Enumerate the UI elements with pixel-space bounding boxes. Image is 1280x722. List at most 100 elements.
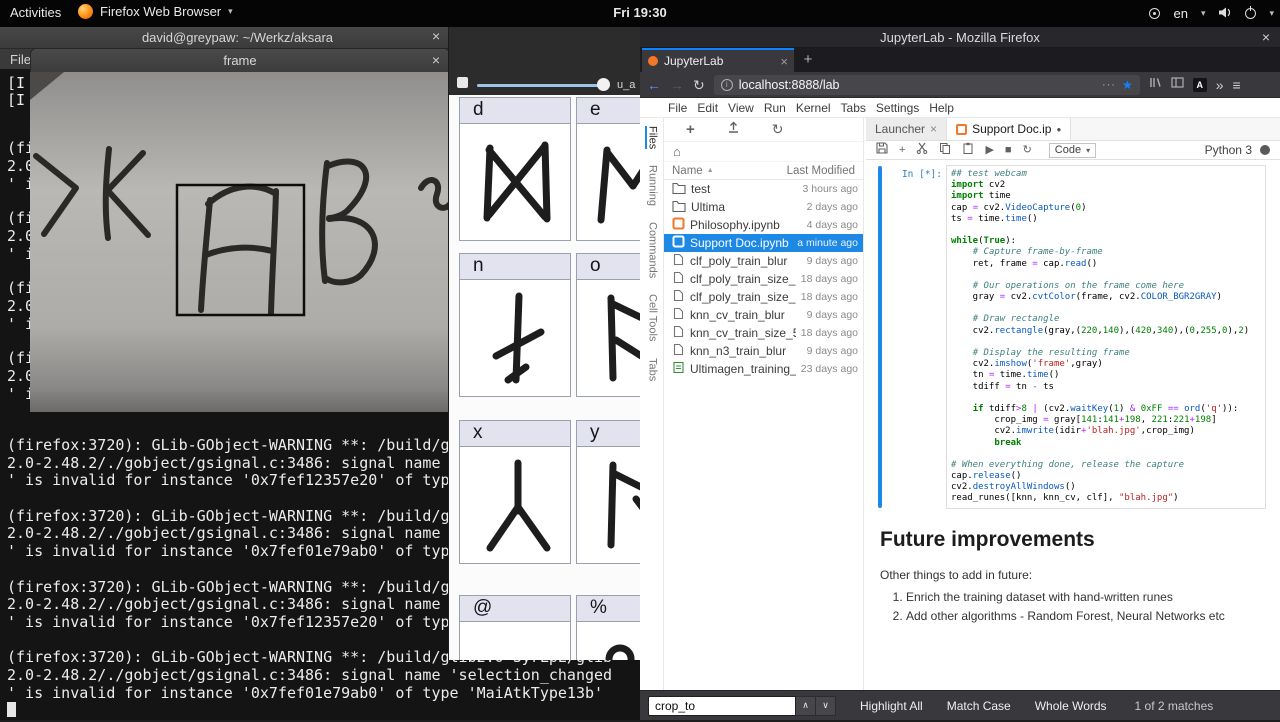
- highlight-all-toggle[interactable]: Highlight All: [860, 699, 923, 713]
- rune-dataset-window: u_a d e n o x y @%: [448, 27, 648, 660]
- doc-tab-launcher[interactable]: Launcher ×: [866, 118, 948, 140]
- column-name[interactable]: Name: [672, 165, 703, 177]
- home-icon[interactable]: ⌂: [673, 144, 681, 159]
- menu-tabs[interactable]: Tabs: [841, 101, 866, 115]
- code-line: read_runes([knn, knn_cv, clf], "blah.jpg…: [951, 493, 1179, 504]
- code-cell-editor[interactable]: ## test webcam import cv2 import time cap =…: [946, 165, 1266, 509]
- jupyterlab-activity-bar: Files Running Commands Cell Tools Tabs: [640, 118, 664, 690]
- file-row[interactable]: Philosophy.ipynb 4 days ago: [664, 216, 863, 234]
- menu-icon[interactable]: ≡: [1233, 78, 1241, 92]
- keyboard-layout[interactable]: en: [1173, 6, 1187, 21]
- back-button[interactable]: ←: [647, 78, 661, 92]
- slider-knob[interactable]: [597, 78, 610, 91]
- sidebars-icon[interactable]: [1171, 76, 1184, 94]
- extension-a-icon[interactable]: A: [1192, 77, 1207, 92]
- overflow-icon[interactable]: »: [1216, 78, 1224, 92]
- firefox-titlebar[interactable]: JupyterLab - Mozilla Firefox ×: [640, 27, 1280, 48]
- reload-button[interactable]: ↻: [693, 78, 705, 92]
- run-icon[interactable]: ▶: [985, 144, 993, 156]
- slider-track[interactable]: [477, 84, 605, 87]
- cut-icon[interactable]: [916, 141, 928, 159]
- paste-icon[interactable]: [962, 141, 974, 159]
- terminal-output-line: ' is invalid for instance '0x7fef01e79ab…: [7, 683, 604, 702]
- menu-file[interactable]: File: [668, 101, 687, 115]
- chevron-down-icon[interactable]: ▾: [1269, 8, 1274, 19]
- file-row[interactable]: clf_poly_train_size_10... 18 days ago: [664, 270, 863, 288]
- column-modified[interactable]: Last Modified: [787, 165, 855, 177]
- close-icon[interactable]: ×: [1262, 29, 1270, 45]
- find-input[interactable]: [648, 695, 796, 716]
- insert-cell-icon[interactable]: +: [899, 144, 905, 156]
- terminal-menu-file[interactable]: File: [10, 52, 31, 67]
- file-row[interactable]: test 3 hours ago: [664, 180, 863, 198]
- close-icon[interactable]: ×: [432, 28, 440, 44]
- close-icon[interactable]: ×: [432, 52, 440, 68]
- sidebar-tab-running[interactable]: Running: [645, 165, 659, 206]
- menu-view[interactable]: View: [728, 101, 754, 115]
- stop-icon[interactable]: ■: [1005, 144, 1012, 156]
- chevron-down-icon: ▾: [1200, 8, 1206, 18]
- site-info-icon[interactable]: i: [720, 78, 733, 91]
- app-menu[interactable]: Firefox Web Browser ▾: [78, 4, 233, 19]
- url-text[interactable]: localhost:8888/lab: [739, 78, 1096, 92]
- url-bar[interactable]: i localhost:8888/lab ··· ★: [713, 74, 1140, 95]
- activities-button[interactable]: Activities: [10, 5, 61, 20]
- file-row[interactable]: knn_cv_train_blur 9 days ago: [664, 306, 863, 324]
- breadcrumb[interactable]: ⌂: [664, 142, 863, 162]
- markdown-intro: Other things to add in future:: [880, 568, 1033, 582]
- menu-kernel[interactable]: Kernel: [796, 101, 831, 115]
- kernel-name[interactable]: Python 3: [1205, 143, 1252, 157]
- sidebar-tab-cell-tools[interactable]: Cell Tools: [645, 294, 659, 342]
- match-case-toggle[interactable]: Match Case: [947, 699, 1011, 713]
- menu-help[interactable]: Help: [929, 101, 954, 115]
- file-modified: 9 days ago: [806, 309, 858, 321]
- file-row[interactable]: Ultima 2 days ago: [664, 198, 863, 216]
- tab-close-icon[interactable]: ×: [780, 54, 788, 69]
- restart-kernel-icon[interactable]: ↻: [1023, 144, 1032, 156]
- sidebar-tab-tabs[interactable]: Tabs: [645, 358, 659, 381]
- tab-close-icon[interactable]: ×: [930, 122, 937, 136]
- menu-settings[interactable]: Settings: [876, 101, 919, 115]
- screencast-icon[interactable]: [1149, 8, 1161, 19]
- menu-edit[interactable]: Edit: [697, 101, 718, 115]
- code-line: cv2.rectangle(gray,(220,140),(420,340),(…: [951, 325, 1250, 336]
- cell-type-select[interactable]: Code ▾: [1048, 142, 1097, 158]
- whole-words-toggle[interactable]: Whole Words: [1035, 699, 1107, 713]
- find-next-icon[interactable]: ∨: [816, 695, 836, 716]
- new-launcher-icon[interactable]: +: [686, 121, 695, 138]
- library-icon[interactable]: [1149, 76, 1162, 94]
- refresh-icon[interactable]: ↻: [772, 121, 784, 138]
- active-cell-collapser[interactable]: [878, 166, 882, 508]
- menu-run[interactable]: Run: [764, 101, 786, 115]
- file-name: test: [691, 182, 711, 196]
- volume-icon[interactable]: [1218, 6, 1232, 22]
- page-actions-icon[interactable]: ···: [1102, 79, 1116, 91]
- frame-title: frame: [223, 53, 257, 68]
- frame-titlebar[interactable]: frame ×: [30, 48, 450, 72]
- doc-tab-support-doc[interactable]: Support Doc.ip ●: [947, 118, 1072, 140]
- bookmark-star-icon[interactable]: ★: [1122, 78, 1133, 92]
- file-row[interactable]: knn_cv_train_size_5pct 18 days ago: [664, 324, 863, 342]
- file-row[interactable]: knn_n3_train_blur 9 days ago: [664, 342, 863, 360]
- file-row[interactable]: clf_poly_train_size_5pct 18 days ago: [664, 288, 863, 306]
- file-list-header[interactable]: Name ▲ Last Modified: [664, 162, 863, 180]
- sidebar-tab-files[interactable]: Files: [644, 126, 659, 150]
- find-previous-icon[interactable]: ∧: [796, 695, 816, 716]
- code-line: break: [994, 437, 1022, 448]
- forward-button[interactable]: →: [670, 78, 684, 92]
- sidebar-tab-commands[interactable]: Commands: [645, 222, 659, 278]
- markdown-cell[interactable]: Future improvements Other things to add …: [880, 528, 1266, 628]
- new-tab-button[interactable]: +: [794, 48, 822, 72]
- upload-icon[interactable]: [727, 121, 740, 139]
- file-row[interactable]: clf_poly_train_blur 9 days ago: [664, 252, 863, 270]
- clock[interactable]: Fri 19:30: [595, 5, 685, 20]
- save-icon[interactable]: [876, 141, 888, 159]
- code-line: while(True):: [951, 236, 1017, 247]
- dagaz-rune-icon: [460, 124, 570, 240]
- copy-icon[interactable]: [939, 141, 951, 159]
- browser-tab-jupyterlab[interactable]: JupyterLab ×: [642, 48, 794, 72]
- file-row[interactable]: Ultimagen_training_ns... 23 days ago: [664, 360, 863, 378]
- file-row[interactable]: Support Doc.ipynb a minute ago: [664, 234, 863, 252]
- power-icon[interactable]: [1245, 6, 1257, 19]
- viewer-icon[interactable]: [457, 77, 468, 88]
